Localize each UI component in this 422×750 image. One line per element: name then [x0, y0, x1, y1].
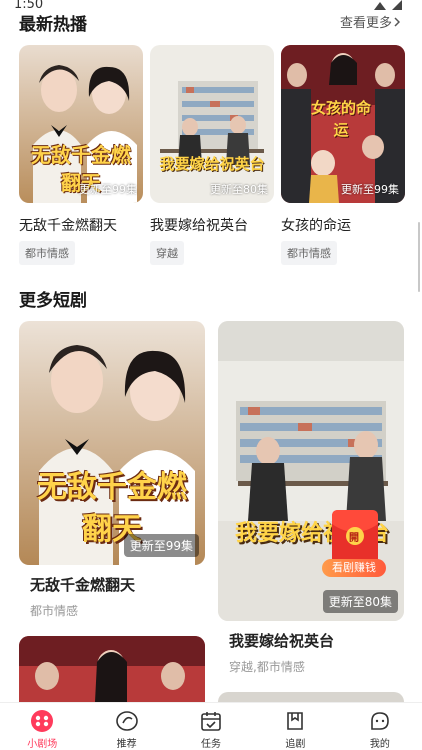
episode-count: 更新至80集: [322, 590, 398, 613]
see-more-link[interactable]: 查看更多: [340, 12, 400, 31]
drama-card[interactable]: 无敌千金燃翻天 更新至99集 无敌千金燃翻天 都市情感: [19, 321, 205, 618]
calendar-task-icon: [201, 712, 221, 731]
drama-card-title[interactable]: 无敌千金燃翻天: [30, 574, 135, 595]
tab-following[interactable]: 追剧: [253, 703, 337, 750]
hot-card[interactable]: 女孩的命运 更新至99集 女孩的命运 都市情感: [281, 45, 405, 265]
drama-card-title[interactable]: 我要嫁给祝英台: [229, 630, 334, 651]
hot-card[interactable]: 我要嫁给祝英台 更新至80集 我要嫁给祝英台 穿越: [150, 45, 274, 265]
genre-tag[interactable]: 都市情感: [19, 241, 75, 265]
tab-label: 任务: [201, 739, 222, 750]
genre-tag[interactable]: 都市情感: [281, 241, 337, 265]
hot-section-title: 最新热播: [19, 15, 87, 35]
tab-profile[interactable]: 我的: [338, 703, 422, 750]
tab-label: 追剧: [285, 739, 306, 750]
hot-poster-image[interactable]: 我要嫁给祝英台 更新至80集: [150, 45, 274, 203]
drama-card-tags: 穿越,都市情感: [229, 660, 305, 674]
drama-poster-image[interactable]: 无敌千金燃翻天 更新至99集: [19, 321, 205, 565]
hot-card-title[interactable]: 无敌千金燃翻天: [19, 215, 117, 235]
hot-card-title[interactable]: 我要嫁给祝英台: [150, 215, 248, 235]
poster-illustration: [19, 636, 205, 702]
scrollbar[interactable]: [418, 222, 420, 292]
genre-tag[interactable]: 穿越: [150, 241, 184, 265]
hot-card[interactable]: 无敌千金燃翻天 更新至99集 无敌千金燃翻天 都市情感: [19, 45, 143, 265]
episode-count: 更新至99集: [79, 183, 137, 196]
more-section-title: 更多短剧: [19, 291, 87, 311]
drama-card-tags: 都市情感: [30, 604, 79, 618]
episode-count: 更新至99集: [123, 534, 199, 557]
tab-tasks[interactable]: 任务: [169, 703, 253, 750]
drama-card-partial[interactable]: [218, 692, 404, 702]
episode-count: 更新至99集: [341, 183, 399, 196]
poster-illustration: [150, 45, 274, 203]
tab-label: 小剧场: [27, 739, 58, 750]
chevron-right-icon: [394, 16, 400, 27]
signal-wifi-icon: [374, 0, 402, 10]
hot-poster-image[interactable]: 无敌千金燃翻天 更新至99集: [19, 45, 143, 203]
hot-card-title[interactable]: 女孩的命运: [281, 215, 351, 235]
bookmark-icon: [287, 712, 304, 730]
poster-title-art: 女孩的命运: [310, 99, 371, 139]
tab-theater[interactable]: 小剧场: [0, 703, 84, 750]
theater-icon: [31, 710, 54, 732]
episode-count: 更新至80集: [210, 183, 268, 196]
drama-card-partial[interactable]: [19, 636, 205, 702]
see-more-label: 查看更多: [339, 16, 392, 31]
tab-label: 推荐: [116, 739, 137, 750]
recommend-icon: [115, 711, 138, 731]
tab-label: 我的: [369, 739, 390, 750]
red-packet-badge: 開: [349, 533, 359, 544]
tab-recommend[interactable]: 推荐: [84, 703, 168, 750]
poster-title-art: 我要嫁给祝英台: [159, 155, 265, 173]
profile-icon: [371, 712, 389, 730]
bottom-tab-bar: 小剧场 推荐 任务 追剧 我的: [0, 702, 422, 750]
hot-poster-image[interactable]: 女孩的命运 更新至99集: [281, 45, 405, 203]
watch-earn-button[interactable]: 看剧赚钱: [322, 559, 386, 577]
